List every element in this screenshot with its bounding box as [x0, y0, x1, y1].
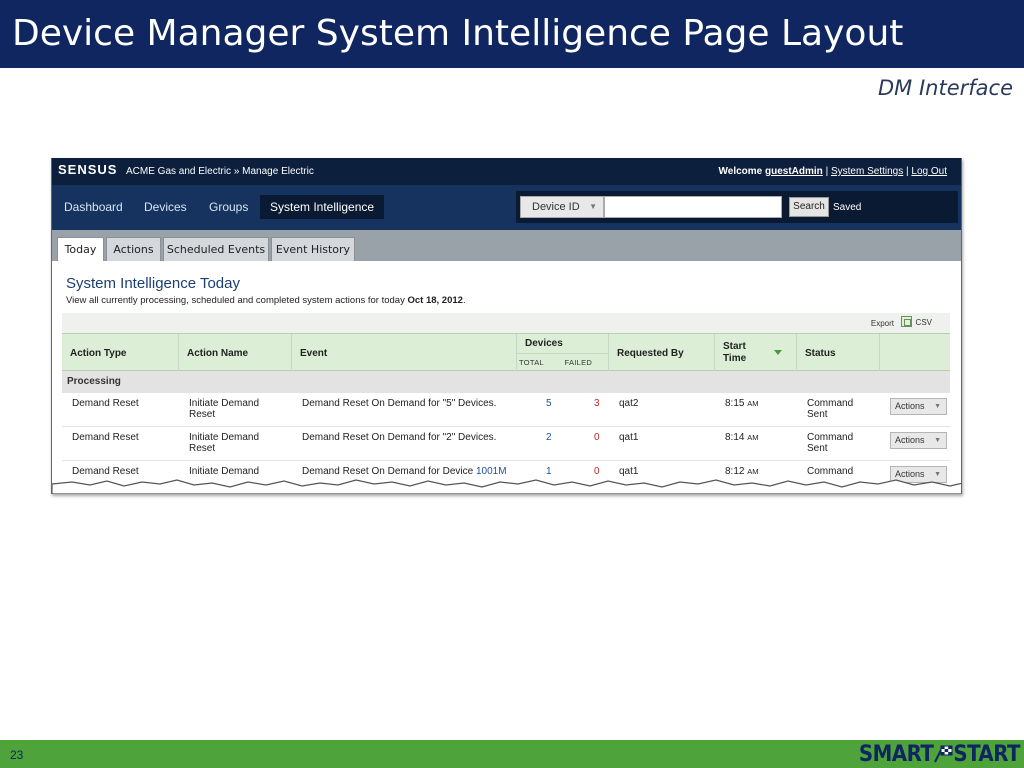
sensus-logo: sensus — [58, 162, 118, 177]
time-value: 8:15 — [725, 398, 745, 409]
header-failed[interactable]: FAILED — [563, 354, 609, 371]
cell-start-time: 8:14 AM — [725, 432, 759, 443]
logo-text-right: START — [953, 742, 1020, 767]
action-name-line2: Reset — [189, 409, 216, 420]
device-id-select[interactable]: Device ID ▼ — [520, 196, 604, 218]
username-link[interactable]: guestAdmin — [765, 166, 823, 177]
status-line2: Sent — [807, 409, 828, 420]
export-bar: Export CSV — [62, 313, 950, 333]
welcome-label: Welcome — [718, 166, 763, 177]
sort-descending-icon — [774, 350, 782, 355]
export-label: Export — [870, 319, 894, 328]
header-start-time[interactable]: Start Time — [715, 334, 797, 372]
user-menu: Welcome guestAdmin | System Settings | L… — [719, 166, 948, 177]
row-actions-label: Actions — [895, 401, 925, 411]
cell-status: Command Sent — [807, 398, 853, 420]
status-line1: Command — [807, 398, 854, 409]
tab-actions[interactable]: Actions — [106, 237, 161, 261]
header-devices: Devices TOTAL FAILED — [517, 334, 609, 372]
nav-dashboard[interactable]: Dashboard — [56, 195, 131, 219]
app-top-bar: sensus ACME Gas and Electric » Manage El… — [52, 158, 961, 185]
cell-failed[interactable]: 0 — [594, 432, 600, 443]
action-name-line2: Reset — [189, 443, 216, 454]
nav-devices[interactable]: Devices — [136, 195, 195, 219]
page-description: View all currently processing, scheduled… — [66, 295, 466, 306]
slide-title-bar: Device Manager System Intelligence Page … — [0, 0, 1024, 68]
app-screenshot: sensus ACME Gas and Electric » Manage El… — [51, 158, 962, 494]
header-requested-by[interactable]: Requested By — [609, 334, 715, 372]
action-name-line1: Initiate Demand — [189, 432, 260, 443]
cell-total[interactable]: 5 — [546, 398, 552, 409]
log-out-link[interactable]: Log Out — [911, 166, 947, 177]
table-row: Demand Reset Initiate Demand Reset Deman… — [62, 393, 950, 427]
time-ampm: AM — [747, 433, 759, 442]
status-line2: Sent — [807, 443, 828, 454]
chevron-down-icon: ▼ — [589, 202, 597, 211]
header-event[interactable]: Event — [292, 334, 517, 372]
saved-searches-link[interactable]: Saved — [833, 202, 861, 213]
chevron-down-icon: ▼ — [934, 437, 941, 444]
cell-requested-by: qat2 — [619, 398, 639, 409]
slide-title: Device Manager System Intelligence Page … — [12, 13, 904, 54]
nav-system-intelligence[interactable]: System Intelligence — [260, 195, 385, 219]
tab-today[interactable]: Today — [57, 237, 104, 261]
separator: | — [906, 166, 909, 177]
cell-failed[interactable]: 3 — [594, 398, 600, 409]
cell-event: Demand Reset On Demand for "5" Devices. — [302, 398, 497, 409]
checkered-flag-icon — [934, 745, 953, 763]
header-action-type[interactable]: Action Type — [62, 334, 179, 372]
page-number: 23 — [10, 748, 24, 762]
cell-requested-by: qat1 — [619, 432, 639, 443]
description-date: Oct 18, 2012 — [407, 295, 463, 306]
torn-edge-graphic — [52, 479, 961, 494]
cell-action-type: Demand Reset — [72, 398, 139, 409]
separator: | — [825, 166, 829, 177]
search-button[interactable]: Search — [789, 197, 829, 217]
status-line1: Command — [807, 432, 854, 443]
time-ampm: AM — [747, 399, 759, 408]
cell-action-name: Initiate Demand Reset — [189, 398, 259, 420]
csv-export-link[interactable]: CSV — [916, 318, 932, 327]
cell-status: Command Sent — [807, 432, 853, 454]
action-name-line1: Initiate Demand — [189, 398, 260, 409]
chevron-down-icon: ▼ — [934, 403, 941, 410]
cell-action-name: Initiate Demand Reset — [189, 432, 259, 454]
smartstart-logo: SMART START — [858, 742, 1021, 767]
header-start-time-line1: Start — [723, 341, 746, 352]
nav-groups[interactable]: Groups — [201, 195, 256, 219]
slide-footer: 23 SMART START — [0, 740, 1024, 768]
device-id-select-value: Device ID — [532, 201, 580, 213]
description-period: . — [462, 295, 466, 306]
header-action-name[interactable]: Action Name — [179, 334, 292, 372]
group-processing[interactable]: Processing — [62, 371, 950, 393]
time-ampm: AM — [747, 467, 759, 476]
system-settings-link[interactable]: System Settings — [831, 166, 903, 177]
tab-scheduled-events[interactable]: Scheduled Events — [163, 237, 269, 261]
row-actions-label: Actions — [895, 435, 925, 445]
row-actions-button[interactable]: Actions ▼ — [890, 398, 947, 415]
logo-text-left: SMART — [858, 742, 934, 767]
tab-event-history[interactable]: Event History — [271, 237, 355, 261]
header-status[interactable]: Status — [797, 334, 880, 372]
page-title: System Intelligence Today — [66, 275, 240, 292]
cell-start-time: 8:15 AM — [725, 398, 759, 409]
header-start-time-line2: Time — [723, 353, 747, 364]
description-text: View all currently processing, scheduled… — [66, 295, 405, 306]
cell-action-type: Demand Reset — [72, 432, 139, 443]
table-header: Action Type Action Name Event Devices TO… — [62, 333, 950, 372]
breadcrumb[interactable]: ACME Gas and Electric » Manage Electric — [126, 166, 314, 177]
header-devices-label: Devices — [517, 334, 608, 354]
cell-event: Demand Reset On Demand for "2" Devices. — [302, 432, 497, 443]
csv-file-icon[interactable] — [901, 316, 912, 327]
search-input[interactable] — [604, 196, 782, 218]
header-actions — [880, 334, 950, 372]
header-total[interactable]: TOTAL — [517, 354, 563, 371]
row-actions-button[interactable]: Actions ▼ — [890, 432, 947, 449]
time-value: 8:14 — [725, 432, 745, 443]
table-row: Demand Reset Initiate Demand Reset Deman… — [62, 427, 950, 461]
cell-total[interactable]: 2 — [546, 432, 552, 443]
slide-subtitle: DM Interface — [878, 76, 1013, 100]
